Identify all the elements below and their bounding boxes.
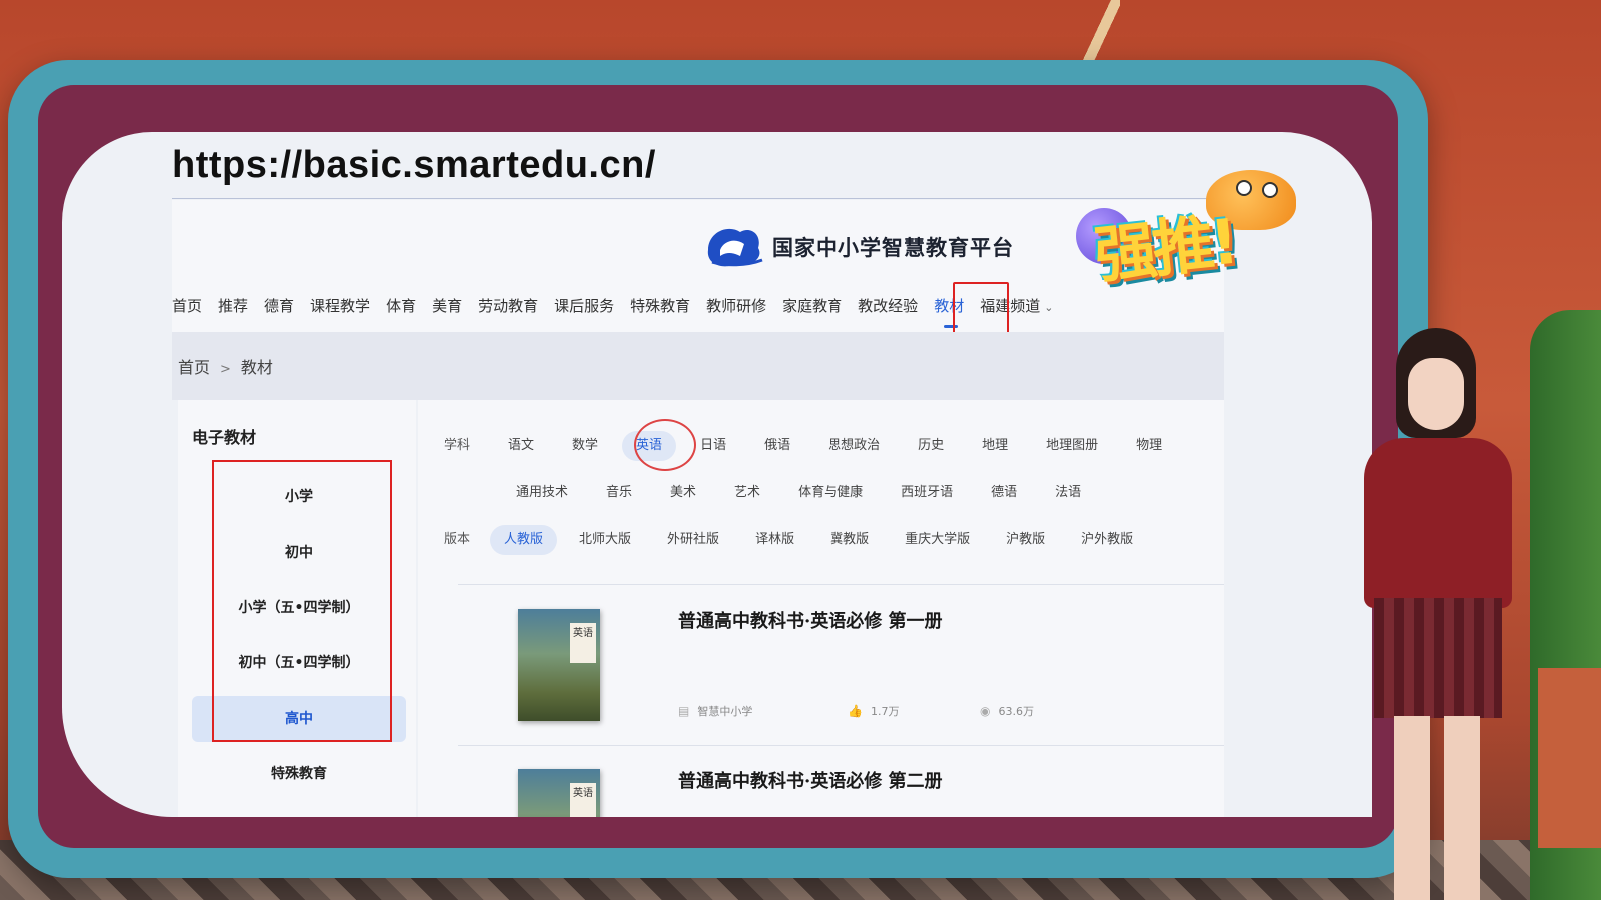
- url-underline: [172, 198, 1222, 199]
- main-nav: 首页 推荐 德育 课程教学 体育 美育 劳动教育 课后服务 特殊教育 教师研修 …: [172, 295, 1069, 328]
- subject-music[interactable]: 音乐: [592, 478, 646, 508]
- chevron-down-icon: ⌄: [1044, 301, 1054, 314]
- edition-filter-row: 版本 人教版 北师大版 外研社版 译林版 冀教版 重庆大学版 沪教版 沪外教版: [444, 525, 1147, 555]
- book-cover-label: 英语: [570, 783, 596, 817]
- book-likes: 👍 1.7万: [848, 703, 899, 719]
- subject-art[interactable]: 艺术: [720, 478, 774, 508]
- presenter-face: [1408, 358, 1464, 430]
- nav-item-reform[interactable]: 教改经验: [858, 295, 918, 316]
- subject-geo-atlas[interactable]: 地理图册: [1032, 431, 1112, 461]
- mascot-eye: [1236, 180, 1252, 196]
- book-cover-image[interactable]: 英语: [518, 609, 600, 721]
- views-count: 63.6万: [998, 705, 1034, 718]
- edition-chongqing[interactable]: 重庆大学版: [891, 525, 984, 555]
- presenter-skirt: [1374, 598, 1502, 718]
- nav-item-arts[interactable]: 美育: [432, 295, 462, 316]
- edition-sh-foreign[interactable]: 沪外教版: [1067, 525, 1147, 555]
- url-text: https://basic.smartedu.cn/: [172, 144, 656, 186]
- eye-icon: ◉: [980, 704, 991, 718]
- breadcrumb-bar: 首页 > 教材: [172, 332, 1224, 400]
- subject-russian[interactable]: 俄语: [750, 431, 804, 461]
- book-publisher: ▤ 智慧中小学: [678, 703, 752, 719]
- subject-fine-arts[interactable]: 美术: [656, 478, 710, 508]
- subject-geography[interactable]: 地理: [968, 431, 1022, 461]
- book-title[interactable]: 普通高中教科书·英语必修 第二册: [678, 767, 943, 793]
- edition-bnu[interactable]: 北师大版: [565, 525, 645, 555]
- nav-item-family[interactable]: 家庭教育: [782, 295, 842, 316]
- subject-german[interactable]: 德语: [977, 478, 1031, 508]
- book-icon: ▤: [678, 704, 690, 718]
- book-cover-image[interactable]: 英语: [518, 769, 600, 817]
- nav-item-home[interactable]: 首页: [172, 295, 202, 316]
- thumbs-up-icon: 👍: [848, 704, 863, 718]
- plant-pot: [1538, 668, 1601, 848]
- list-item[interactable]: 英语 普通高中教科书·英语必修 第二册: [458, 745, 1224, 817]
- edition-label: 版本: [444, 532, 471, 547]
- book-cover-label: 英语: [570, 623, 596, 663]
- sidebar-item-special-ed[interactable]: 特殊教育: [192, 751, 406, 797]
- publisher-text: 智慧中小学: [697, 705, 753, 718]
- nav-item-labor[interactable]: 劳动教育: [478, 295, 538, 316]
- subject-filter-row-2: 通用技术 音乐 美术 艺术 体育与健康 西班牙语 德语 法语: [502, 478, 1095, 508]
- book-views: ◉ 63.6万: [980, 703, 1034, 719]
- promo-sticker: 强推!: [1076, 168, 1338, 298]
- nav-item-recommend[interactable]: 推荐: [218, 295, 248, 316]
- nav-item-after-school[interactable]: 课后服务: [554, 295, 614, 316]
- list-item[interactable]: 英语 普通高中教科书·英语必修 第一册 ▤ 智慧中小学 👍 1.7万 ◉ 63.6万: [458, 585, 1224, 745]
- mascot-eye: [1262, 182, 1278, 198]
- edition-fltrp[interactable]: 外研社版: [653, 525, 733, 555]
- presenter-jacket: [1364, 438, 1512, 608]
- subject-french[interactable]: 法语: [1041, 478, 1095, 508]
- site-name[interactable]: 国家中小学智慧教育平台: [772, 232, 1014, 262]
- nav-item-courses[interactable]: 课程教学: [310, 295, 370, 316]
- subject-label: 学科: [444, 438, 471, 453]
- breadcrumb-home[interactable]: 首页: [178, 358, 210, 377]
- textbook-content: 学科 语文 数学 英语 日语 俄语 思想政治 历史 地理 地理图册 物理 通用技…: [418, 400, 1224, 817]
- site-header: 国家中小学智慧教育平台 首页 推荐 德育 课程教学 体育 美育 劳动教育 课后服…: [172, 200, 1224, 334]
- nav-highlight-box: [953, 282, 1009, 334]
- presenter-legs: [1394, 716, 1480, 900]
- edition-yilin[interactable]: 译林版: [741, 525, 808, 555]
- nav-item-teacher-training[interactable]: 教师研修: [706, 295, 766, 316]
- subject-highlight-circle: [634, 419, 696, 471]
- nav-item-moral[interactable]: 德育: [264, 295, 294, 316]
- subject-general-tech[interactable]: 通用技术: [502, 478, 582, 508]
- nav-item-sports[interactable]: 体育: [386, 295, 416, 316]
- breadcrumb-separator: >: [220, 362, 231, 377]
- sticker-text: 强推!: [1091, 204, 1239, 293]
- stage-sidebar: 电子教材 小学 初中 小学（五•四学制） 初中（五•四学制） 高中 特殊教育: [178, 400, 416, 817]
- virtual-presenter: [1340, 328, 1540, 900]
- subject-spanish[interactable]: 西班牙语: [887, 478, 967, 508]
- nav-item-special-ed[interactable]: 特殊教育: [630, 295, 690, 316]
- subject-politics[interactable]: 思想政治: [814, 431, 894, 461]
- likes-count: 1.7万: [870, 705, 900, 718]
- subject-pe-health[interactable]: 体育与健康: [784, 478, 877, 508]
- sidebar-title: 电子教材: [192, 428, 257, 447]
- edition-pep[interactable]: 人教版: [490, 525, 558, 555]
- subject-filter-row-1: 学科 语文 数学 英语 日语 俄语 思想政治 历史 地理 地理图册 物理: [444, 431, 1176, 461]
- subject-chinese[interactable]: 语文: [494, 431, 548, 461]
- edition-hebei[interactable]: 冀教版: [816, 525, 883, 555]
- subject-history[interactable]: 历史: [904, 431, 958, 461]
- breadcrumb-current: 教材: [240, 358, 273, 377]
- sidebar-highlight-box: [212, 460, 392, 742]
- platform-logo-icon[interactable]: [702, 220, 766, 270]
- subject-math[interactable]: 数学: [558, 431, 612, 461]
- book-title[interactable]: 普通高中教科书·英语必修 第一册: [678, 607, 943, 633]
- breadcrumb: 首页 > 教材: [178, 354, 273, 378]
- subject-physics[interactable]: 物理: [1122, 431, 1176, 461]
- edition-shanghai[interactable]: 沪教版: [992, 525, 1059, 555]
